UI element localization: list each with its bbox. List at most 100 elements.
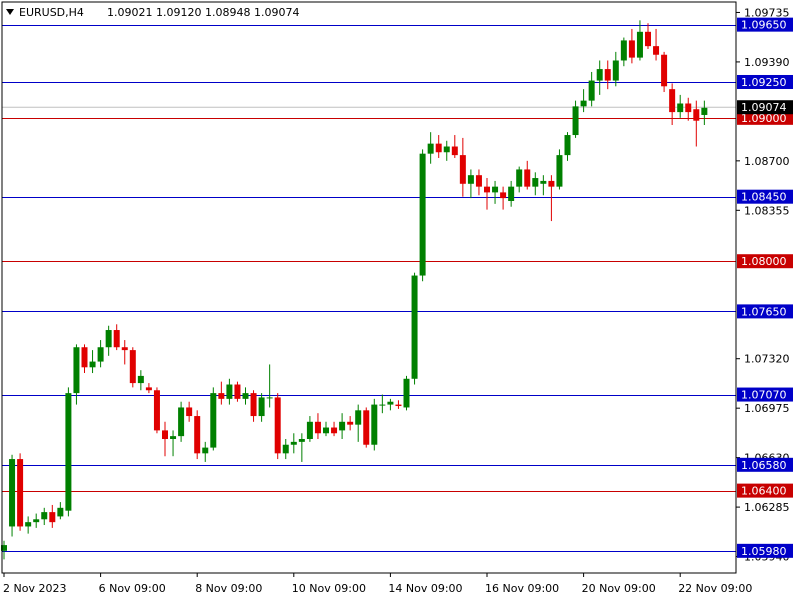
candle-body	[105, 330, 112, 348]
time-tick-label: 10 Nov 09:00	[292, 582, 366, 595]
candle-body	[25, 522, 32, 527]
chart-window[interactable]: 1.09735 1.09390 1.08700 1.08355 1.07320 1.069…	[0, 0, 800, 600]
candle-body	[137, 375, 144, 384]
candle-body	[194, 416, 201, 454]
candle-body	[339, 421, 346, 431]
level-price-tag-label: 1.06580	[741, 459, 787, 472]
candle-body	[580, 100, 587, 107]
candle-body	[645, 31, 651, 47]
candle-body	[242, 393, 249, 399]
candle-body	[669, 89, 676, 113]
candle-body	[379, 404, 386, 406]
candle-body	[596, 69, 603, 81]
candle-body	[33, 519, 40, 523]
candle-body	[65, 393, 72, 511]
candle-body	[604, 69, 611, 81]
level-price-tag-label: 1.08000	[741, 255, 787, 268]
candle-body	[451, 146, 458, 156]
price-tick-label: 1.08355	[744, 204, 790, 217]
candle-body	[677, 103, 684, 113]
candle-body	[564, 135, 571, 156]
candle-body	[41, 512, 48, 520]
candle-body	[9, 459, 16, 527]
candle-body	[73, 347, 80, 394]
candle-body	[548, 180, 555, 187]
candle-body	[459, 155, 466, 184]
price-tick-label: 1.07320	[744, 353, 790, 366]
candle-body	[556, 155, 563, 187]
candle-body	[81, 347, 88, 368]
candle-body	[89, 361, 96, 368]
level-price-tag-label: 1.08450	[741, 191, 787, 204]
level-price-tag-label: 1.09650	[741, 19, 787, 32]
candle-body	[628, 40, 635, 58]
candle-body	[178, 407, 185, 437]
price-tick-label: 1.06285	[744, 501, 790, 514]
candle-body	[17, 459, 24, 527]
candle-body	[347, 421, 354, 425]
price-tick-label: 1.09390	[744, 56, 790, 69]
candle-body	[355, 410, 362, 425]
candle-body	[661, 54, 668, 87]
candle-body	[419, 153, 426, 276]
time-tick-label: 20 Nov 09:00	[582, 582, 656, 595]
candle-body	[636, 31, 643, 58]
candle-body	[701, 107, 708, 115]
candle-body	[153, 390, 160, 431]
candle-body	[572, 106, 579, 136]
candle-body	[492, 186, 499, 193]
candle-body	[274, 397, 281, 454]
candle-body	[121, 347, 128, 351]
candle-body	[57, 507, 64, 517]
candle-body	[226, 384, 233, 399]
candle-body	[620, 40, 627, 61]
price-tick-label: 1.06975	[744, 402, 790, 415]
candle-body	[612, 60, 619, 81]
candle-body	[298, 438, 305, 442]
chart-background	[0, 0, 800, 600]
level-price-tag-label: 1.06400	[741, 485, 787, 498]
candle-body	[427, 143, 434, 154]
candle-body	[49, 512, 56, 523]
candle-body	[588, 80, 595, 101]
symbol-title: EURUSD,H4	[19, 6, 84, 19]
candle-body	[685, 103, 692, 113]
candle-body	[411, 275, 418, 379]
candle-body	[532, 178, 539, 187]
candle-body	[210, 393, 217, 448]
candle-body	[395, 404, 402, 407]
candle-body	[186, 407, 193, 417]
candle-body	[516, 169, 523, 187]
candle-body	[162, 430, 168, 439]
level-price-tag-label: 1.07070	[741, 389, 787, 402]
candle-body	[500, 192, 507, 199]
chart-title: EURUSD,H4 1.09021 1.09120 1.08948 1.0907…	[6, 6, 299, 19]
candle-body	[202, 447, 209, 454]
candle-body	[97, 347, 104, 362]
candle-body	[258, 397, 265, 417]
level-price-tag-label: 1.07650	[741, 305, 787, 318]
time-tick-label: 6 Nov 09:00	[99, 582, 166, 595]
candle-body	[693, 109, 700, 121]
price-tick-label: 1.08700	[744, 155, 790, 168]
level-price-tag-label: 1.09250	[741, 76, 787, 89]
candle-body	[653, 46, 660, 55]
candle-body	[290, 441, 297, 445]
time-tick-label: 8 Nov 09:00	[195, 582, 262, 595]
candle-body	[443, 146, 450, 153]
candle-body	[170, 436, 177, 439]
candle-body	[113, 330, 120, 348]
candle-body	[540, 180, 547, 184]
candle-body	[524, 169, 531, 187]
candlestick-chart[interactable]: 1.09735 1.09390 1.08700 1.08355 1.07320 1.069…	[0, 0, 800, 600]
ohlc-readout: 1.09021 1.09120 1.08948 1.09074	[107, 6, 299, 19]
candle-body	[435, 143, 442, 153]
candle-body	[467, 175, 474, 184]
candle-body	[314, 421, 321, 434]
candle-body	[250, 393, 257, 417]
level-price-tag-label: 1.05980	[741, 545, 787, 558]
candle-body	[484, 186, 490, 193]
price-tick-label: 1.09735	[744, 6, 790, 19]
candle-body	[331, 427, 338, 434]
candle-body	[266, 397, 273, 399]
